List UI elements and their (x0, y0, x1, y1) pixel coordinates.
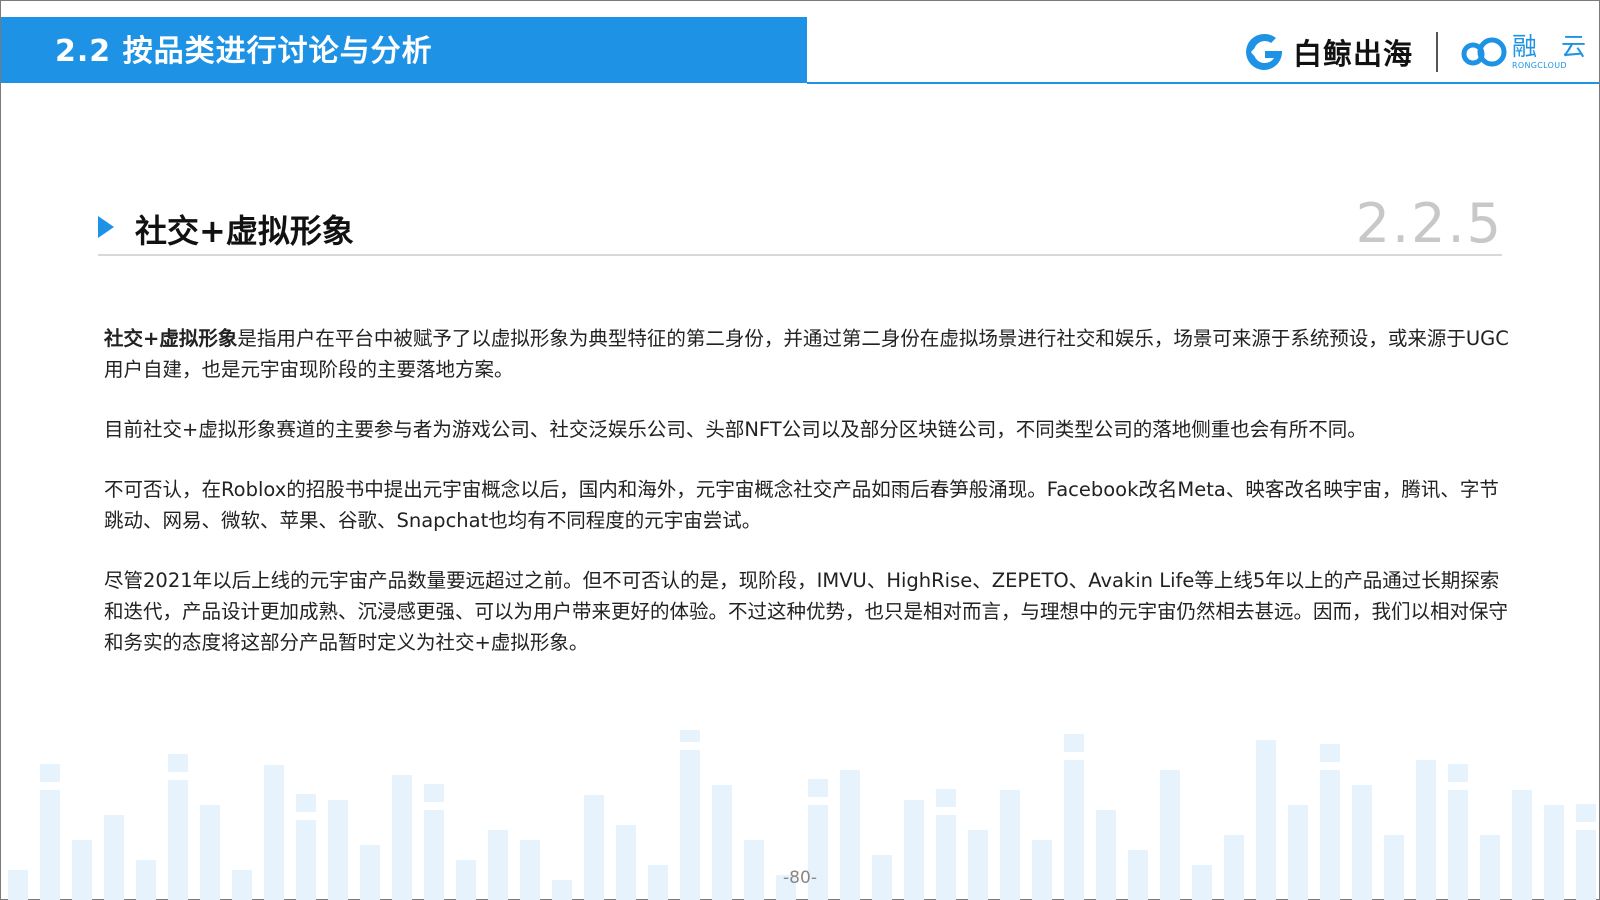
decorative-bar (200, 805, 220, 900)
decorative-bar (1192, 865, 1212, 900)
decorative-bar-cap (40, 764, 60, 782)
decorative-bar-cap (1576, 804, 1596, 822)
decorative-bar-cap (424, 784, 444, 802)
decorative-bar (296, 820, 316, 900)
rongcloud-logo-text: 融 云 (1512, 32, 1594, 61)
body-text: 社交+虚拟形象是指用户在平台中被赋予了以虚拟形象为典型特征的第二身份，并通过第二… (104, 323, 1514, 687)
decorative-bar-cap (808, 779, 828, 797)
decorative-bar (136, 860, 156, 900)
decorative-bar (232, 870, 252, 900)
page-number: -80- (783, 868, 817, 888)
decorative-bar (872, 855, 892, 900)
decorative-bar (552, 880, 572, 900)
paragraph-bold-lead: 社交+虚拟形象 (104, 327, 238, 350)
decorative-bar (392, 775, 412, 900)
decorative-bar (72, 840, 92, 900)
page-title: 2.2 按品类进行讨论与分析 (55, 34, 433, 69)
decorative-bar (904, 800, 924, 900)
decorative-bar (584, 795, 604, 900)
decorative-bar (1448, 790, 1468, 900)
baijing-logo-icon (1246, 33, 1282, 70)
rongcloud-logo: 融 云 RONGCLOUD (1460, 30, 1594, 74)
decorative-bar (840, 770, 860, 900)
rongcloud-logo-subtext: RONGCLOUD (1512, 61, 1567, 70)
decorative-bar-cap (168, 754, 188, 772)
decorative-bar (1256, 740, 1276, 900)
paragraph-trend: 不可否认，在Roblox的招股书中提出元宇宙概念以后，国内和海外，元宇宙概念社交… (104, 474, 1514, 536)
paragraph-text: 不可否认，在Roblox的招股书中提出元宇宙概念以后，国内和海外，元宇宙概念社交… (104, 478, 1499, 532)
decorative-bar (488, 830, 508, 900)
section-title: 社交+虚拟形象 (135, 212, 354, 250)
paragraph-text: 是指用户在平台中被赋予了以虚拟形象为典型特征的第二身份，并通过第二身份在虚拟场景… (104, 327, 1509, 381)
decorative-bar (360, 845, 380, 900)
paragraph-text: 目前社交+虚拟形象赛道的主要参与者为游戏公司、社交泛娱乐公司、头部NFT公司以及… (104, 418, 1367, 441)
decorative-bar (680, 750, 700, 900)
decorative-bar (1480, 835, 1500, 900)
decorative-bar (104, 815, 124, 900)
decorative-bar (712, 785, 732, 900)
decorative-bar (1128, 850, 1148, 900)
paragraph-conclusion: 尽管2021年以后上线的元宇宙产品数量要远超过之前。但不可否认的是，现阶段，IM… (104, 565, 1514, 658)
section-divider (98, 254, 1502, 256)
decorative-bar (1096, 810, 1116, 900)
paragraph-participants: 目前社交+虚拟形象赛道的主要参与者为游戏公司、社交泛娱乐公司、头部NFT公司以及… (104, 414, 1514, 445)
decorative-bar (1288, 805, 1308, 900)
decorative-bar (1416, 760, 1436, 900)
decorative-bar (936, 815, 956, 900)
paragraph-definition: 社交+虚拟形象是指用户在平台中被赋予了以虚拟形象为典型特征的第二身份，并通过第二… (104, 323, 1514, 385)
logo-divider (1436, 32, 1438, 72)
section-number: 2.2.5 (1355, 192, 1503, 255)
decorative-bar (1032, 840, 1052, 900)
decorative-bar (1224, 835, 1244, 900)
rongcloud-logo-icon (1461, 37, 1507, 67)
decorative-bar (1064, 760, 1084, 900)
decorative-bar (1544, 805, 1564, 900)
decorative-bar (1512, 790, 1532, 900)
baijing-logo: 白鲸出海 (1243, 30, 1413, 74)
decorative-bar (744, 840, 764, 900)
decorative-bar-cap (296, 794, 316, 812)
decorative-bar (8, 870, 28, 900)
baijing-logo-text: 白鲸出海 (1293, 37, 1414, 71)
decorative-bar (1320, 770, 1340, 900)
decorative-bar (264, 765, 284, 900)
decorative-bar (1384, 835, 1404, 900)
decorative-bar (1352, 785, 1372, 900)
decorative-bar-cap (1448, 764, 1468, 782)
decorative-bar (648, 865, 668, 900)
decorative-bar (1160, 770, 1180, 900)
decorative-bar (424, 810, 444, 900)
header-divider (807, 82, 1599, 84)
decorative-bar (168, 780, 188, 900)
decorative-bar (1000, 790, 1020, 900)
decorative-bar (1576, 830, 1596, 900)
decorative-bar (520, 840, 540, 900)
header-banner: 2.2 按品类进行讨论与分析 (1, 17, 807, 83)
paragraph-text: 尽管2021年以后上线的元宇宙产品数量要远超过之前。但不可否认的是，现阶段，IM… (104, 569, 1509, 654)
decorative-bar-cap (1064, 734, 1084, 752)
decorative-bar (456, 860, 476, 900)
decorative-bar (616, 825, 636, 900)
decorative-bar (40, 790, 60, 900)
decorative-bar-cap (936, 789, 956, 807)
decorative-bar-cap (1320, 744, 1340, 762)
section-arrow-icon (98, 216, 114, 238)
decorative-bar-cap (680, 730, 700, 742)
decorative-bar (328, 800, 348, 900)
decorative-bar (968, 830, 988, 900)
